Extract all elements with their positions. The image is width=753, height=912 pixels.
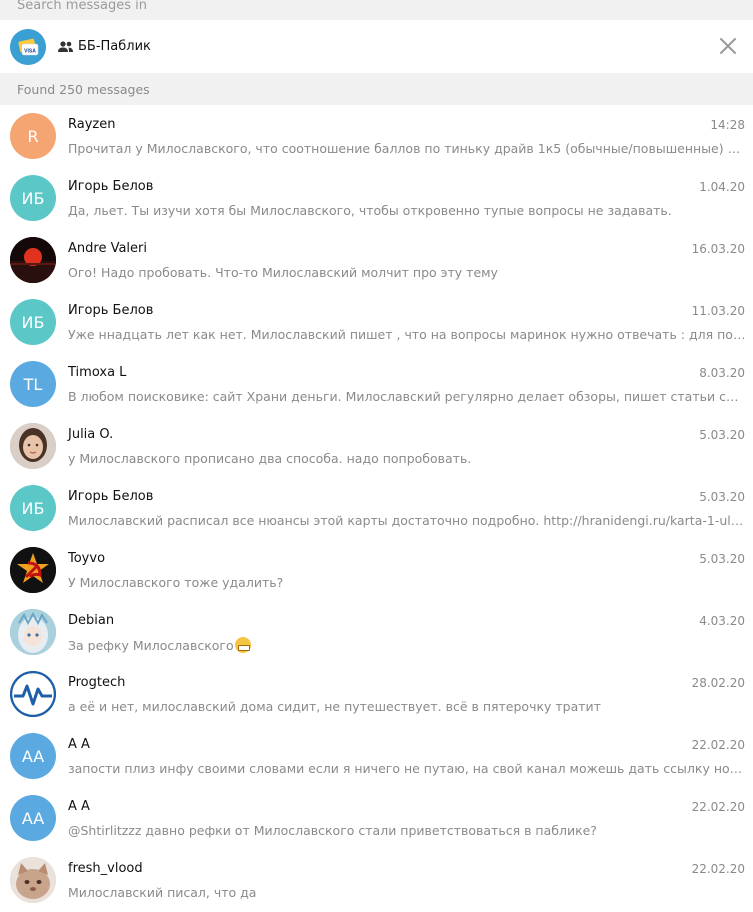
found-count-bar: Found 250 messages bbox=[0, 73, 753, 105]
message-snippet: у Милославского прописано два способа. н… bbox=[68, 451, 746, 466]
result-row[interactable]: TL Timoxa L 8.03.20 В любом поисковике: сай… bbox=[0, 353, 753, 415]
message-date: 22.02.20 bbox=[691, 800, 745, 814]
message-date: 22.02.20 bbox=[691, 738, 745, 752]
result-row[interactable]: Progtech 28.02.20 а её и нет, милославский… bbox=[0, 663, 753, 725]
sender-name: Andre Valeri bbox=[68, 241, 147, 256]
result-row[interactable]: ИБ Игорь Белов 1.04.20 Да, льет. Ты изучи х… bbox=[0, 167, 753, 229]
close-icon[interactable] bbox=[716, 34, 740, 58]
avatar bbox=[10, 857, 56, 903]
message-date: 1.04.20 bbox=[699, 180, 745, 194]
search-scope-row: VISA ББ-Паблик bbox=[0, 20, 753, 73]
svg-text:VISA: VISA bbox=[24, 49, 36, 55]
message-text: Ого! Надо пробовать. Что-то Милославский… bbox=[68, 265, 498, 280]
result-row[interactable]: R Rayzen 14:28 Прочитал у Милославского, чт… bbox=[0, 105, 753, 167]
message-text: Да, льет. Ты изучи хотя бы Милославского… bbox=[68, 203, 672, 218]
result-row[interactable]: ИБ Игорь Белов 11.03.20 Уже ннадцать лет ка… bbox=[0, 291, 753, 353]
avatar: R bbox=[10, 113, 56, 159]
avatar: ИБ bbox=[10, 485, 56, 531]
message-date: 5.03.20 bbox=[699, 490, 745, 504]
avatar-initials: AA bbox=[21, 808, 45, 828]
message-text: @Shtirlitzzz давно рефки от Милославског… bbox=[68, 823, 597, 838]
message-snippet: Милославский расписал все нюансы этой ка… bbox=[68, 513, 746, 528]
chat-photo: VISA bbox=[10, 29, 46, 65]
message-snippet: запости плиз инфу своими словами если я … bbox=[68, 761, 746, 776]
sender-name: Игорь Белов bbox=[68, 489, 154, 504]
avatar bbox=[10, 547, 56, 593]
message-text: запости плиз инфу своими словами если я … bbox=[68, 761, 746, 776]
message-snippet: За рефку Милославского bbox=[68, 637, 746, 653]
avatar bbox=[10, 423, 56, 469]
avatar-initials: R bbox=[27, 126, 39, 146]
avatar bbox=[10, 609, 56, 655]
avatar bbox=[10, 671, 56, 717]
sender-name: Игорь Белов bbox=[68, 303, 154, 318]
message-date: 22.02.20 bbox=[691, 862, 745, 876]
sender-name: fresh_vlood bbox=[68, 861, 143, 876]
avatar-initials: TL bbox=[23, 374, 43, 394]
sender-name: A A bbox=[68, 737, 90, 752]
message-date: 28.02.20 bbox=[691, 676, 745, 690]
sender-name: Rayzen bbox=[68, 117, 116, 132]
chat-name: ББ-Паблик bbox=[78, 39, 151, 54]
sender-name: Игорь Белов bbox=[68, 179, 154, 194]
message-text: Прочитал у Милославского, что соотношени… bbox=[68, 141, 746, 156]
result-row[interactable]: ИБ Игорь Белов 5.03.20 Милославский расписа… bbox=[0, 477, 753, 539]
avatar: AA bbox=[10, 733, 56, 779]
sender-name: Julia O. bbox=[68, 427, 114, 442]
avatar-initials: ИБ bbox=[21, 188, 45, 208]
message-text: В любом поисковике: сайт Храни деньги. М… bbox=[68, 389, 746, 404]
message-text: Уже ннадцать лет как нет. Милославский п… bbox=[68, 327, 746, 342]
message-snippet: Ого! Надо пробовать. Что-то Милославский… bbox=[68, 265, 746, 280]
message-date: 5.03.20 bbox=[699, 428, 745, 442]
message-snippet: Милославский писал, что да bbox=[68, 885, 746, 900]
found-count-label: Found 250 messages bbox=[17, 82, 150, 97]
search-input[interactable] bbox=[17, 0, 617, 16]
message-text: у Милославского прописано два способа. н… bbox=[68, 451, 472, 466]
avatar: ИБ bbox=[10, 175, 56, 221]
avatar: ИБ bbox=[10, 299, 56, 345]
message-text: За рефку Милославского bbox=[68, 638, 234, 653]
message-snippet: В любом поисковике: сайт Храни деньги. М… bbox=[68, 389, 746, 404]
message-snippet: а её и нет, милославский дома сидит, не … bbox=[68, 699, 746, 714]
result-row[interactable]: Julia O. 5.03.20 у Милославского прописано… bbox=[0, 415, 753, 477]
message-text: Милославский писал, что да bbox=[68, 885, 257, 900]
sender-name: Progtech bbox=[68, 675, 126, 690]
message-snippet: Прочитал у Милославского, что соотношени… bbox=[68, 141, 746, 156]
result-row[interactable]: AA A A 22.02.20 запости плиз инфу своими сл… bbox=[0, 725, 753, 787]
message-date: 5.03.20 bbox=[699, 552, 745, 566]
group-icon bbox=[58, 41, 73, 52]
result-row[interactable]: Debian 4.03.20 За рефку Милославского bbox=[0, 601, 753, 663]
result-row[interactable]: AA A A 22.02.20 @Shtirlitzzz давно рефки от… bbox=[0, 787, 753, 849]
sender-name: Timoxa L bbox=[68, 365, 127, 380]
avatar-initials: AA bbox=[21, 746, 45, 766]
message-text: а её и нет, милославский дома сидит, не … bbox=[68, 699, 601, 714]
sender-name: A A bbox=[68, 799, 90, 814]
visa-card-icon: VISA bbox=[10, 29, 46, 65]
sender-name: Debian bbox=[68, 613, 115, 628]
avatar: TL bbox=[10, 361, 56, 407]
message-snippet: @Shtirlitzzz давно рефки от Милославског… bbox=[68, 823, 746, 838]
search-bar bbox=[0, 0, 753, 20]
avatar-initials: ИБ bbox=[21, 312, 45, 332]
search-results-list[interactable]: R Rayzen 14:28 Прочитал у Милославского, чт… bbox=[0, 105, 753, 912]
message-snippet: Да, льет. Ты изучи хотя бы Милославского… bbox=[68, 203, 746, 218]
message-date: 8.03.20 bbox=[699, 366, 745, 380]
result-row[interactable]: Toyvo 5.03.20 У Милославского тоже удалить… bbox=[0, 539, 753, 601]
avatar-initials: ИБ bbox=[21, 498, 45, 518]
message-snippet: У Милославского тоже удалить? bbox=[68, 575, 746, 590]
message-date: 11.03.20 bbox=[691, 304, 745, 318]
message-text: У Милославского тоже удалить? bbox=[68, 575, 284, 590]
sender-name: Toyvo bbox=[68, 551, 106, 566]
message-date: 14:28 bbox=[710, 118, 745, 132]
message-date: 16.03.20 bbox=[691, 242, 745, 256]
message-date: 4.03.20 bbox=[699, 614, 745, 628]
result-row[interactable]: Andre Valeri 16.03.20 Ого! Надо пробовать.… bbox=[0, 229, 753, 291]
message-text: Милославский расписал все нюансы этой ка… bbox=[68, 513, 746, 528]
message-snippet: Уже ннадцать лет как нет. Милославский п… bbox=[68, 327, 746, 342]
avatar: AA bbox=[10, 795, 56, 841]
avatar bbox=[10, 237, 56, 283]
result-row[interactable]: fresh_vlood 22.02.20 Милославский писал, ч… bbox=[0, 849, 753, 911]
grinning-face-icon bbox=[234, 637, 251, 653]
